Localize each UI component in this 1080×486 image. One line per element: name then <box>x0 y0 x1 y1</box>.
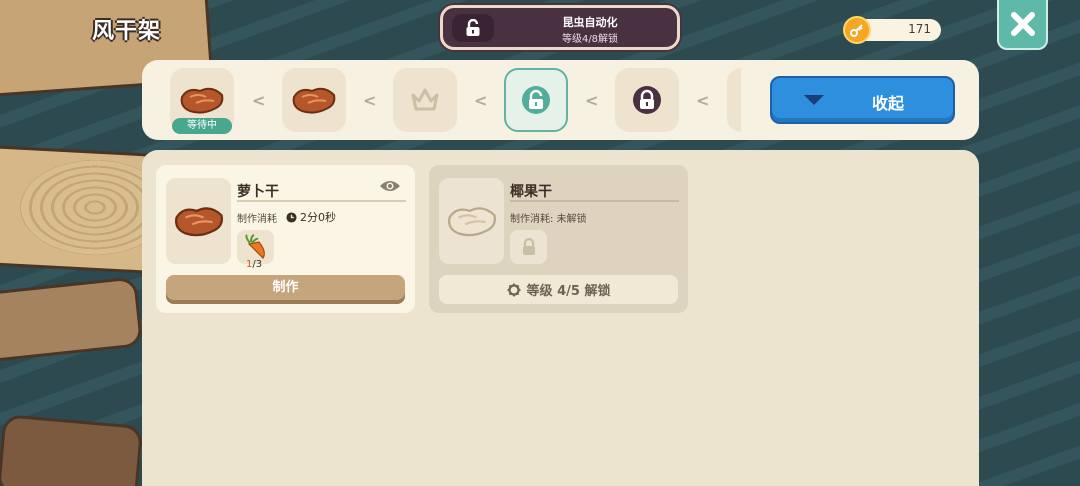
banner-subtitle: 等级4/8解锁 <box>561 34 619 45</box>
queue-slot-filled[interactable] <box>282 68 346 132</box>
divider <box>237 200 406 202</box>
queue-slot-overflow <box>727 68 741 132</box>
page-title: 风干架 <box>92 19 162 44</box>
cost-label: 制作消耗 <box>237 214 277 225</box>
dried-carrot-icon <box>180 87 224 114</box>
collapse-label: 收起 <box>872 94 905 113</box>
craft-time: 2分0秒 <box>286 209 336 225</box>
recipe-name: 萝卜干 <box>237 184 279 200</box>
queue-slot-empty[interactable] <box>393 68 457 132</box>
craft-button[interactable]: 制作 <box>166 275 405 304</box>
queue-slot-locked[interactable] <box>615 68 679 132</box>
waiting-badge: 等待中 <box>172 118 232 134</box>
crown-icon <box>411 88 439 111</box>
locked-ingredient-slot <box>510 230 547 264</box>
unlock-banner[interactable]: 昆虫自动化 等级4/8解锁 <box>440 5 680 50</box>
queue-slot-waiting[interactable]: 等待中 <box>170 68 234 134</box>
recipe-thumbnail <box>166 178 231 264</box>
banner-title: 昆虫自动化 <box>562 16 618 29</box>
wood-deck <box>0 414 144 486</box>
unlock-requirement: 等级 4/5 解锁 <box>439 275 678 304</box>
lock-open-icon <box>452 14 494 42</box>
triangle-down-icon <box>804 95 824 105</box>
clock-icon <box>286 211 297 223</box>
dried-carrot-icon <box>292 87 336 114</box>
gear-icon <box>507 283 521 296</box>
chevron-left-icon: < <box>585 91 599 110</box>
chevron-left-icon: < <box>696 91 710 110</box>
recipe-name: 椰果干 <box>510 184 552 200</box>
recipe-card[interactable]: 萝卜干 制作消耗 2分0秒 1/3 制作 <box>156 165 415 313</box>
craft-time-value: 2分0秒 <box>300 211 336 224</box>
recipe-thumbnail <box>439 178 504 264</box>
lock-icon <box>522 238 535 255</box>
recipe-card-locked[interactable]: 椰果干 制作消耗: 未解锁 等级 4/5 解锁 <box>429 165 688 313</box>
close-x-icon <box>1010 12 1035 36</box>
dried-coconut-icon <box>447 207 496 237</box>
chevron-left-icon: < <box>252 91 266 110</box>
recipe-panel: 萝卜干 制作消耗 2分0秒 1/3 制作 椰果干 制作消耗: 未解锁 等级 4/… <box>142 150 979 486</box>
queue-slot-unlocked[interactable] <box>504 68 568 132</box>
lock-open-icon <box>522 86 550 114</box>
unlock-requirement-label: 等级 4/5 解锁 <box>526 284 611 299</box>
close-button[interactable] <box>997 0 1048 50</box>
ingredient-need: /3 <box>252 259 263 270</box>
lock-icon <box>633 86 661 114</box>
chevron-left-icon: < <box>363 91 377 110</box>
chevron-left-icon: < <box>474 91 488 110</box>
currency-amount: 171 <box>908 22 931 36</box>
carrot-icon <box>244 234 265 259</box>
key-coin-icon <box>843 16 871 44</box>
dried-carrot-icon <box>174 207 223 237</box>
divider <box>510 200 679 202</box>
cost-label: 制作消耗: 未解锁 <box>510 214 587 225</box>
ingredient-count: 1/3 <box>246 259 262 270</box>
eye-icon[interactable] <box>379 179 401 193</box>
production-queue: 等待中 < < < < < 收起 <box>142 60 979 140</box>
collapse-button[interactable]: 收起 <box>770 76 955 124</box>
